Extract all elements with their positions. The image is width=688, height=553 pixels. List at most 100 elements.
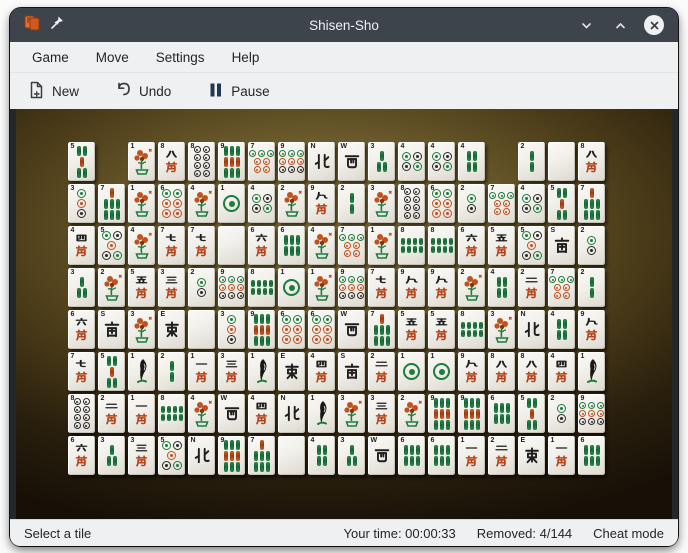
pushpin-icon[interactable] bbox=[50, 15, 65, 35]
tile[interactable]: 3 bbox=[68, 184, 95, 223]
tile[interactable]: 9 bbox=[458, 352, 485, 391]
tile[interactable]: 1 bbox=[548, 436, 575, 475]
tile[interactable]: W bbox=[218, 394, 245, 433]
tile[interactable]: 6 bbox=[158, 184, 185, 223]
tile[interactable]: 5 bbox=[428, 310, 455, 349]
tile[interactable]: 1 bbox=[248, 352, 275, 391]
tile[interactable]: 6 bbox=[488, 394, 515, 433]
tile[interactable]: N bbox=[278, 394, 305, 433]
tile[interactable]: 6 bbox=[278, 226, 305, 265]
tile[interactable]: 9 bbox=[428, 394, 455, 433]
tile[interactable]: 4 bbox=[248, 184, 275, 223]
tile[interactable]: 9 bbox=[218, 436, 245, 475]
tile[interactable]: 8 bbox=[458, 310, 485, 349]
tile[interactable]: 6 bbox=[68, 436, 95, 475]
tile[interactable]: 5 bbox=[488, 226, 515, 265]
tile[interactable]: 2 bbox=[188, 268, 215, 307]
tile[interactable]: 3 bbox=[128, 310, 155, 349]
tile[interactable]: N bbox=[518, 310, 545, 349]
tile[interactable]: 4 bbox=[518, 184, 545, 223]
tile[interactable]: 3 bbox=[158, 268, 185, 307]
tile[interactable]: 7 bbox=[548, 268, 575, 307]
tile[interactable]: 3 bbox=[218, 352, 245, 391]
tile[interactable]: 7 bbox=[368, 310, 395, 349]
tile[interactable]: 2 bbox=[578, 268, 605, 307]
tile[interactable]: 7 bbox=[248, 142, 275, 181]
tile[interactable]: 7 bbox=[98, 184, 125, 223]
tile[interactable]: 4 bbox=[488, 268, 515, 307]
tile[interactable]: 9 bbox=[398, 268, 425, 307]
tile[interactable]: 5 bbox=[158, 436, 185, 475]
tile[interactable]: N bbox=[188, 436, 215, 475]
tile[interactable]: 7 bbox=[158, 226, 185, 265]
tile[interactable]: 3 bbox=[338, 394, 365, 433]
tile[interactable]: 1 bbox=[128, 184, 155, 223]
tile[interactable]: 6 bbox=[68, 310, 95, 349]
tile[interactable]: 1 bbox=[128, 352, 155, 391]
tile[interactable]: 8 bbox=[518, 352, 545, 391]
tile[interactable]: E bbox=[278, 352, 305, 391]
tile[interactable]: 6 bbox=[578, 436, 605, 475]
tile[interactable]: 1 bbox=[278, 268, 305, 307]
tile[interactable]: 7 bbox=[68, 352, 95, 391]
toolbar-pause-button[interactable]: Pause bbox=[207, 81, 269, 102]
tile[interactable]: 8 bbox=[248, 268, 275, 307]
tile[interactable]: 8 bbox=[488, 352, 515, 391]
tile[interactable]: 7 bbox=[368, 268, 395, 307]
tile[interactable]: 6 bbox=[398, 436, 425, 475]
tile[interactable]: 4 bbox=[188, 184, 215, 223]
tile[interactable]: 8 bbox=[158, 142, 185, 181]
tile[interactable]: 2 bbox=[98, 268, 125, 307]
tile[interactable]: 3 bbox=[68, 268, 95, 307]
tile[interactable]: 9 bbox=[308, 184, 335, 223]
tile[interactable]: 1 bbox=[218, 184, 245, 223]
tile[interactable]: 9 bbox=[218, 142, 245, 181]
tile[interactable]: 6 bbox=[428, 436, 455, 475]
toolbar-undo-button[interactable]: Undo bbox=[115, 81, 171, 102]
tile[interactable]: 5 bbox=[398, 310, 425, 349]
maximize-button[interactable] bbox=[610, 15, 630, 35]
tile[interactable]: 3 bbox=[218, 310, 245, 349]
menu-item-game[interactable]: Game bbox=[32, 50, 69, 65]
tile[interactable]: 4 bbox=[308, 436, 335, 475]
tile[interactable]: 8 bbox=[68, 394, 95, 433]
tile[interactable]: 3 bbox=[368, 394, 395, 433]
tile[interactable]: 2 bbox=[368, 352, 395, 391]
tile[interactable]: 4 bbox=[428, 142, 455, 181]
tile[interactable]: 8 bbox=[188, 142, 215, 181]
tile[interactable]: 2 bbox=[458, 184, 485, 223]
tile[interactable]: 2 bbox=[488, 436, 515, 475]
tile[interactable]: 4 bbox=[398, 142, 425, 181]
tile[interactable]: 5 bbox=[98, 226, 125, 265]
tile[interactable]: 4 bbox=[308, 352, 335, 391]
tile[interactable]: 1 bbox=[308, 268, 335, 307]
tile[interactable]: 6 bbox=[308, 310, 335, 349]
tile[interactable]: 5 bbox=[518, 226, 545, 265]
tile[interactable]: 3 bbox=[98, 436, 125, 475]
tile[interactable]: 7 bbox=[188, 226, 215, 265]
tile[interactable]: 4 bbox=[308, 226, 335, 265]
tile[interactable]: 4 bbox=[188, 394, 215, 433]
tile[interactable]: 1 bbox=[128, 394, 155, 433]
tile[interactable]: S bbox=[338, 352, 365, 391]
tile[interactable]: 9 bbox=[218, 268, 245, 307]
tile[interactable]: 4 bbox=[68, 226, 95, 265]
tile[interactable]: 9 bbox=[458, 394, 485, 433]
tile[interactable]: 8 bbox=[398, 226, 425, 265]
toolbar-new-button[interactable]: New bbox=[28, 81, 79, 102]
tile[interactable]: 7 bbox=[248, 436, 275, 475]
tile[interactable]: 2 bbox=[98, 394, 125, 433]
tile[interactable]: 1 bbox=[308, 394, 335, 433]
tile[interactable]: 9 bbox=[428, 268, 455, 307]
tile[interactable]: 9 bbox=[578, 310, 605, 349]
tile[interactable] bbox=[548, 142, 575, 181]
titlebar[interactable]: Shisen-Sho bbox=[10, 8, 678, 42]
tile[interactable]: 8 bbox=[398, 184, 425, 223]
tile[interactable]: 6 bbox=[428, 184, 455, 223]
tile[interactable]: 5 bbox=[98, 352, 125, 391]
tile[interactable]: 9 bbox=[338, 268, 365, 307]
menu-item-settings[interactable]: Settings bbox=[156, 50, 205, 65]
tile[interactable]: 8 bbox=[578, 142, 605, 181]
tile[interactable]: 2 bbox=[158, 352, 185, 391]
tile[interactable]: 4 bbox=[548, 310, 575, 349]
